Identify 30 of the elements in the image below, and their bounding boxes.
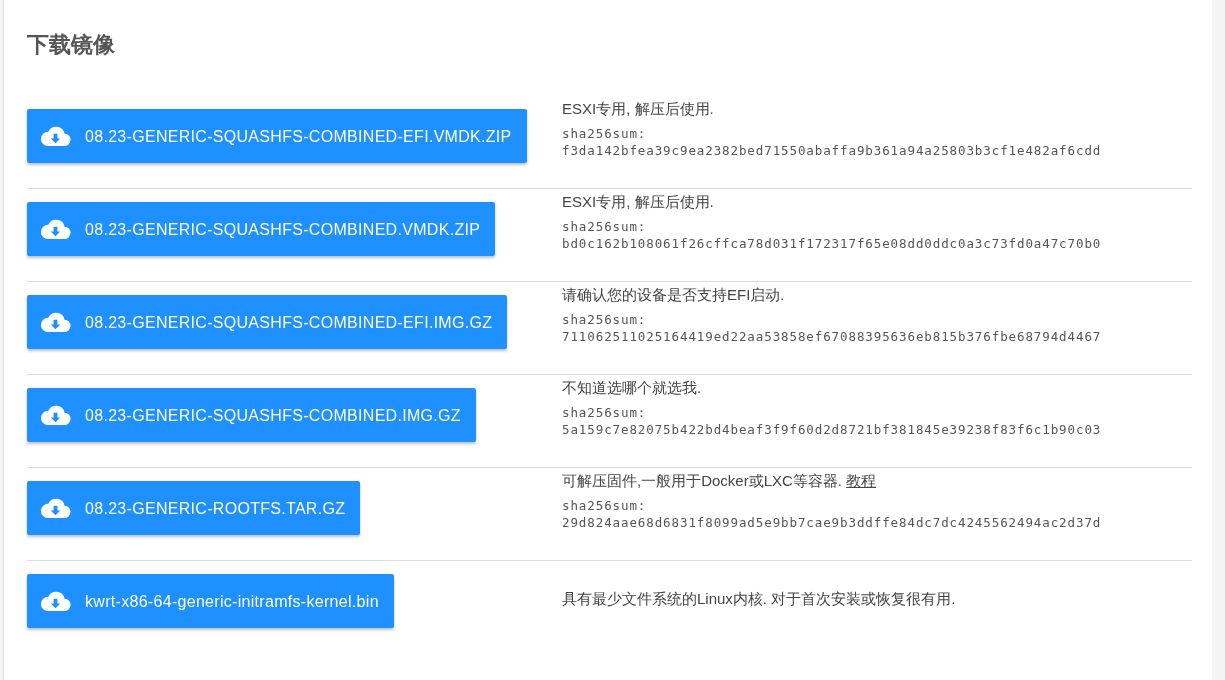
checksum-value: 29d824aae68d6831f8099ad5e9bb7cae9b3ddffe84dc7dc4245562494ac2d37d bbox=[562, 514, 1103, 531]
cloud-download-icon bbox=[40, 125, 71, 147]
checksum-value: 5a159c7e82075b422bd4beaf3f9f60d2d8721bf381845e39238f83f6c1b90c03 bbox=[562, 421, 1103, 438]
download-button[interactable]: 08.23-GENERIC-SQUASHFS-COMBINED.VMDK.ZIP bbox=[27, 202, 496, 256]
checksum-value: 711062511025164419ed22aa53858ef67088395636eb815b376fbe68794d4467 bbox=[562, 328, 1103, 345]
description-text: ESXI专用, 解压后使用. bbox=[562, 100, 715, 119]
cloud-download-icon bbox=[40, 218, 71, 240]
cloud-download-icon bbox=[40, 311, 71, 333]
download-button[interactable]: 08.23-GENERIC-SQUASHFS-COMBINED-EFI.IMG.GZ bbox=[27, 295, 508, 349]
description-text: 具有最少文件系统的Linux内核. 对于首次安装或恢复很有用. bbox=[562, 589, 957, 609]
checksum-label: sha256sum: bbox=[562, 497, 648, 514]
checksum-value: bd0c162b108061f26cffca78d031f172317f65e08dd0ddc0a3c73fd0a47c70b0 bbox=[562, 235, 1103, 252]
download-button[interactable]: 08.23-GENERIC-SQUASHFS-COMBINED-EFI.VMDK.ZIP bbox=[27, 109, 527, 163]
tutorial-link[interactable]: 教程 bbox=[846, 472, 877, 489]
checksum-label: sha256sum: bbox=[562, 218, 648, 235]
description-text: 请确认您的设备是否支持EFI启动. bbox=[562, 286, 786, 305]
page-title: 下载镜像 bbox=[27, 31, 116, 59]
checksum-label: sha256sum: bbox=[562, 125, 648, 142]
cloud-download-icon bbox=[40, 404, 71, 426]
description-text: 不知道选哪个就选我. bbox=[562, 379, 703, 398]
checksum-value: f3da142bfea39c9ea2382bed71550abaffa9b361a94a25803b3cf1e482af6cdd bbox=[562, 142, 1103, 159]
checksum-label: sha256sum: bbox=[562, 311, 648, 328]
download-button[interactable]: 08.23-GENERIC-ROOTFS.TAR.GZ bbox=[27, 481, 361, 535]
description-text: 可解压固件,一般用于Docker或LXC等容器. 教程 bbox=[562, 472, 878, 491]
checksum-label: sha256sum: bbox=[562, 404, 648, 421]
description-text: ESXI专用, 解压后使用. bbox=[562, 193, 715, 212]
download-button[interactable]: kwrt-x86-64-generic-initramfs-kernel.bin bbox=[27, 574, 394, 628]
download-button[interactable]: 08.23-GENERIC-SQUASHFS-COMBINED.IMG.GZ bbox=[27, 388, 476, 442]
cloud-download-icon bbox=[40, 590, 71, 612]
cloud-download-icon bbox=[40, 497, 71, 519]
